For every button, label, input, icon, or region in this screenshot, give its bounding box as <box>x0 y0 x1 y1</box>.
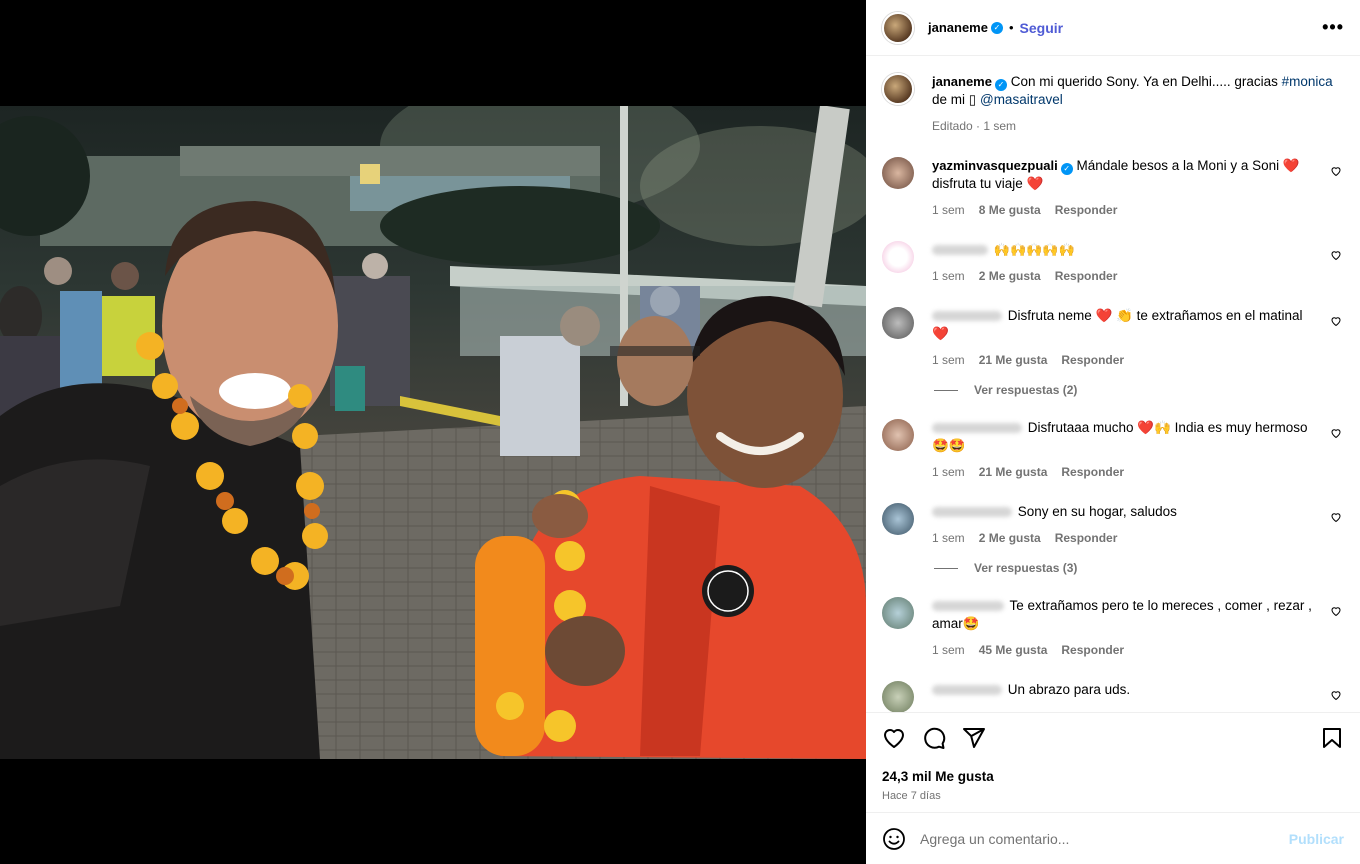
heart-icon[interactable] <box>882 726 906 750</box>
separator-dot: • <box>1008 20 1014 35</box>
comment-likes[interactable]: 8 Me gusta <box>979 201 1041 219</box>
caption-meta: Editado · 1 sem <box>932 119 1017 133</box>
comment-text: Sony en su hogar, saludos <box>1017 504 1177 519</box>
verified-badge-icon: ✓ <box>990 21 1003 34</box>
post-sidebar: jananeme ✓ • Seguir ••• jananeme ✓ Con mi… <box>866 0 1360 864</box>
reply-button[interactable]: Responder <box>1055 201 1118 219</box>
reply-button[interactable]: Responder <box>1061 641 1124 659</box>
author-username[interactable]: jananeme <box>928 20 988 35</box>
commenter-avatar[interactable] <box>882 157 914 189</box>
reply-button[interactable]: Responder <box>1055 267 1118 285</box>
blurred-username[interactable] <box>932 423 1022 434</box>
publish-button[interactable]: Publicar <box>1289 831 1344 847</box>
comment-item: yazminvasquezpuali ✓ Mándale besos a la M… <box>882 157 1344 219</box>
reply-button[interactable]: Responder <box>1055 529 1118 547</box>
comment-item: Disfruta neme ❤️ 👏 te extrañamos en el m… <box>882 307 1344 369</box>
caption-username[interactable]: jananeme <box>932 74 992 89</box>
photo-illustration <box>0 106 866 759</box>
comment-item: 🙌🙌🙌🙌🙌 1 sem 2 Me gusta Responder <box>882 241 1344 285</box>
post-header: jananeme ✓ • Seguir ••• <box>866 0 1360 56</box>
comment-like-heart-icon[interactable] <box>1330 249 1342 261</box>
replies-line <box>934 567 958 569</box>
comment-like-heart-icon[interactable] <box>1330 605 1342 617</box>
comment-time[interactable]: 1 sem <box>932 267 965 285</box>
comment-likes[interactable]: 21 Me gusta <box>979 463 1048 481</box>
comment-item: Un abrazo para uds. <box>882 681 1344 712</box>
comment-like-heart-icon[interactable] <box>1330 427 1342 439</box>
comment-item: Sony en su hogar, saludos 1 sem 2 Me gust… <box>882 503 1344 547</box>
comment-item: Disfrutaaa mucho ❤️🙌 India es muy hermos… <box>882 419 1344 481</box>
comment-composer: Publicar <box>866 812 1360 864</box>
comments-list[interactable]: jananeme ✓ Con mi querido Sony. Ya en Del… <box>866 57 1360 712</box>
comment-like-heart-icon[interactable] <box>1330 511 1342 523</box>
post-actions: 24,3 mil Me gusta Hace 7 días <box>866 712 1360 812</box>
verified-badge-icon: ✓ <box>994 79 1007 91</box>
commenter-avatar[interactable] <box>882 681 914 712</box>
view-replies-label: Ver respuestas (2) <box>974 383 1078 397</box>
emoji-icon[interactable] <box>882 827 906 851</box>
view-replies-button[interactable]: Ver respuestas (2) <box>934 383 1344 397</box>
reply-button[interactable]: Responder <box>1061 463 1124 481</box>
comment-input[interactable] <box>920 830 1289 847</box>
comment-text: 🙌🙌🙌🙌🙌 <box>993 242 1075 257</box>
like-count[interactable]: 24,3 mil Me gusta <box>882 769 1344 784</box>
reply-button[interactable]: Responder <box>1061 351 1124 369</box>
caption-glyph: ▯ <box>968 92 977 107</box>
blurred-username[interactable] <box>932 601 1004 612</box>
commenter-avatar[interactable] <box>882 503 914 535</box>
comment-time[interactable]: 1 sem <box>932 463 965 481</box>
view-replies-button[interactable]: Ver respuestas (3) <box>934 561 1344 575</box>
blurred-username[interactable] <box>932 685 1002 696</box>
bookmark-icon[interactable] <box>1320 726 1344 750</box>
blurred-username[interactable] <box>932 311 1002 322</box>
comment-time[interactable]: 1 sem <box>932 529 965 547</box>
commenter-avatar[interactable] <box>882 419 914 451</box>
comment-time[interactable]: 1 sem <box>932 201 965 219</box>
comment-like-heart-icon[interactable] <box>1330 165 1342 177</box>
comment-text: Un abrazo para uds. <box>1007 682 1131 697</box>
more-options-icon[interactable]: ••• <box>1322 17 1344 38</box>
caption-mention-link[interactable]: @masaitravel <box>980 92 1063 107</box>
commenter-avatar[interactable] <box>882 241 914 273</box>
share-icon[interactable] <box>962 726 986 750</box>
comment-likes[interactable]: 2 Me gusta <box>979 267 1041 285</box>
media-area <box>0 0 866 864</box>
comment-likes[interactable]: 45 Me gusta <box>979 641 1048 659</box>
blurred-username[interactable] <box>932 245 988 256</box>
comment-likes[interactable]: 21 Me gusta <box>979 351 1048 369</box>
commenter-avatar[interactable] <box>882 597 914 629</box>
caption-hashtag-link[interactable]: #monica <box>1282 74 1333 89</box>
caption-avatar[interactable] <box>882 73 914 105</box>
blurred-username[interactable] <box>932 507 1012 518</box>
replies-line <box>934 389 958 391</box>
post-photo[interactable] <box>0 106 866 759</box>
commenter-username[interactable]: yazminvasquezpuali <box>932 158 1058 173</box>
verified-badge-icon: ✓ <box>1060 163 1073 175</box>
instagram-post-viewer: jananeme ✓ • Seguir ••• jananeme ✓ Con mi… <box>0 0 1360 864</box>
post-date[interactable]: Hace 7 días <box>882 790 1344 802</box>
comment-like-heart-icon[interactable] <box>1330 689 1342 701</box>
follow-button[interactable]: Seguir <box>1020 20 1064 36</box>
caption-text: Con mi querido Sony. Ya en Delhi..... gr… <box>1010 74 1278 89</box>
comment-time[interactable]: 1 sem <box>932 641 965 659</box>
comment-likes[interactable]: 2 Me gusta <box>979 529 1041 547</box>
caption-text-mid: de mi <box>932 92 966 107</box>
commenter-avatar[interactable] <box>882 307 914 339</box>
author-avatar[interactable] <box>882 11 914 44</box>
post-caption: jananeme ✓ Con mi querido Sony. Ya en Del… <box>882 73 1344 135</box>
comment-icon[interactable] <box>922 726 946 750</box>
view-replies-label: Ver respuestas (3) <box>974 561 1078 575</box>
comment-item: Te extrañamos pero te lo mereces , comer… <box>882 597 1344 659</box>
comment-time[interactable]: 1 sem <box>932 351 965 369</box>
comment-like-heart-icon[interactable] <box>1330 315 1342 327</box>
